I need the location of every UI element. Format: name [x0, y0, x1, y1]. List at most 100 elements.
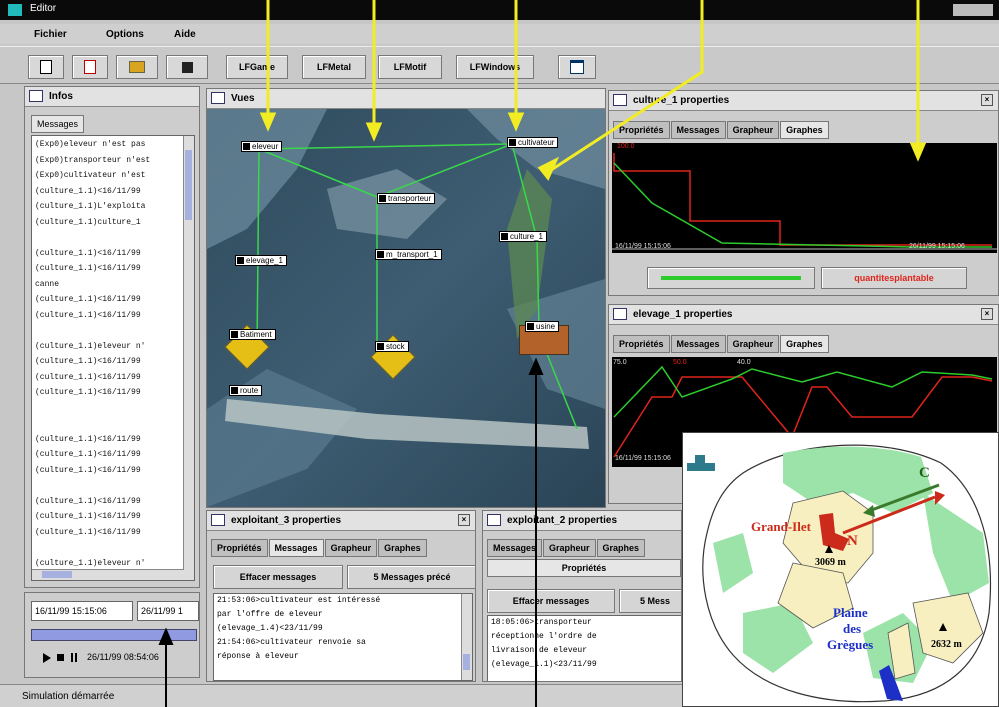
exploitant3-vscroll-thumb[interactable]	[463, 654, 470, 670]
menu-bar: Fichier Options Aide	[0, 24, 999, 44]
clock-panel: 16/11/99 15:15:06 26/11/99 1 26/11/99 08…	[24, 592, 200, 678]
floppy-icon	[181, 61, 193, 73]
exploitant2-title: exploitant_2 properties	[483, 511, 681, 531]
tab-proprietes[interactable]: Propriétés	[487, 559, 681, 577]
culture-graph	[612, 143, 997, 253]
island-map-inset: Grand-Ilet N C 3069 m Plaine des Grègues…	[682, 432, 999, 707]
window-icon	[613, 308, 627, 320]
node-eleveur[interactable]: eleveur	[241, 141, 283, 152]
message-line: (culture_1.1)<16/11/99	[35, 295, 141, 304]
tab-graphes[interactable]: Graphes	[378, 539, 427, 557]
menu-aide[interactable]: Aide	[174, 29, 196, 40]
infos-log: (Exp0)eleveur n'est pas (Exp0)transporteu…	[31, 135, 195, 581]
culture-graph-end: 26/11/99 15:15:06	[909, 243, 965, 250]
tab-proprietes[interactable]: Propriétés	[613, 335, 670, 353]
message-line: (culture_1.1)<16/11/99	[35, 372, 141, 382]
menu-options[interactable]: Options	[106, 29, 144, 40]
close-icon[interactable]: ×	[458, 514, 470, 526]
message-line: (culture_1.1)L'exploita	[35, 202, 146, 211]
series-red-button[interactable]: quantitesplantable	[821, 267, 967, 289]
message-line: 21:54:06>cultivateur renvoie sa	[217, 638, 366, 647]
new-file-button[interactable]	[28, 55, 64, 79]
message-line: (culture_1.1)<16/11/99	[35, 465, 141, 475]
close-icon[interactable]: ×	[981, 308, 993, 320]
tab-grapheur[interactable]: Grapheur	[726, 121, 780, 139]
message-line: livraison de eleveur	[491, 646, 588, 655]
status-text: Simulation démarrée	[22, 691, 115, 702]
message-line: (Exp0)cultivateur n'est	[35, 171, 146, 180]
window-icon	[211, 514, 225, 526]
tab-messages[interactable]: Messages	[670, 335, 726, 353]
menu-fichier[interactable]: Fichier	[34, 29, 67, 40]
tab-proprietes[interactable]: Propriétés	[613, 121, 670, 139]
previous-messages-button[interactable]: 5 Mess	[619, 589, 681, 613]
toolbar: LFGame LFMetal LFMotif LFWindows	[0, 46, 999, 84]
exploitant3-vscroll[interactable]	[461, 594, 472, 680]
infos-vscroll[interactable]	[183, 136, 194, 580]
exploitant3-messages: 21:53:06>cultivateur est intéressé par l'…	[213, 593, 473, 681]
current-time: 26/11/99 08:54:06	[87, 652, 159, 662]
elevage-graph-start: 16/11/99 15:15:06	[615, 455, 671, 462]
tab-grapheur[interactable]: Grapheur	[324, 539, 378, 557]
previous-messages-button[interactable]: 5 Messages précé	[347, 565, 475, 589]
window-icon	[211, 92, 225, 104]
tab-graphes[interactable]: Graphes	[780, 121, 829, 139]
island-map	[687, 444, 992, 703]
lf-metal-button[interactable]: LFMetal	[302, 55, 366, 79]
tab-graphes[interactable]: Graphes	[780, 335, 829, 353]
tab-grapheur[interactable]: Grapheur	[543, 539, 596, 557]
save-button[interactable]	[166, 55, 208, 79]
tab-messages[interactable]: Messages	[31, 115, 85, 133]
culture-y-label: 100.0	[617, 143, 635, 150]
infos-title: Infos	[25, 87, 199, 107]
node-cultivateur[interactable]: cultivateur	[507, 137, 559, 148]
infos-hscroll[interactable]	[32, 569, 184, 580]
tab-graphes[interactable]: Graphes	[596, 539, 646, 557]
infos-hscroll-thumb[interactable]	[42, 571, 72, 578]
lf-motif-button[interactable]: LFMotif	[378, 55, 442, 79]
close-icon[interactable]: ×	[981, 94, 993, 106]
clear-messages-button[interactable]: Effacer messages	[487, 589, 615, 613]
node-culture-1[interactable]: culture_1	[499, 231, 547, 242]
series-green-button[interactable]	[647, 267, 815, 289]
message-line: 18:05:06>transporteur	[491, 618, 592, 627]
node-usine[interactable]: usine	[525, 321, 560, 332]
tab-messages[interactable]: Messages	[487, 539, 543, 557]
elevage-y-label: 50.0	[673, 359, 687, 366]
node-elevage-1[interactable]: elevage_1	[235, 255, 287, 266]
start-date-field[interactable]: 16/11/99 15:15:06	[31, 601, 133, 621]
node-m-transport-1[interactable]: m_transport_1	[375, 249, 442, 260]
message-line: (culture_1.1)<16/11/99	[35, 248, 141, 258]
tab-proprietes[interactable]: Propriétés	[211, 539, 268, 557]
tab-messages[interactable]: Messages	[268, 539, 324, 557]
infos-vscroll-thumb[interactable]	[185, 150, 192, 220]
message-line: (culture_1.1)<16/11/99	[35, 434, 141, 444]
window-button[interactable]	[558, 55, 596, 79]
node-route[interactable]: route	[229, 385, 263, 396]
exploitant3-properties-panel: exploitant_3 properties × Propriétés Mes…	[206, 510, 476, 682]
message-line: (elevage_1.1)<23/11/99	[491, 660, 597, 669]
pause-icon[interactable]	[71, 653, 77, 662]
clear-messages-button[interactable]: Effacer messages	[213, 565, 343, 589]
end-date-field[interactable]: 26/11/99 1	[137, 601, 199, 621]
lf-windows-button[interactable]: LFWindows	[456, 55, 534, 79]
window-controls[interactable]	[953, 4, 993, 16]
tab-messages[interactable]: Messages	[670, 121, 726, 139]
window-icon	[570, 60, 584, 74]
message-line: (culture_1.1)<16/11/99	[35, 186, 141, 196]
message-line: par l'offre de eleveur	[217, 610, 323, 619]
open-button[interactable]	[116, 55, 158, 79]
message-line: réceptionne l'ordre de	[491, 632, 597, 641]
node-stock[interactable]: stock	[375, 341, 409, 352]
stop-icon[interactable]	[57, 654, 64, 661]
node-batiment[interactable]: Batiment	[229, 329, 276, 340]
elevage-y-label: 40.0	[737, 359, 751, 366]
tab-grapheur[interactable]: Grapheur	[726, 335, 780, 353]
exploitant2-properties-panel: exploitant_2 properties Messages Grapheu…	[482, 510, 682, 682]
reload-button[interactable]	[72, 55, 108, 79]
message-line: 21:53:06>cultivateur est intéressé	[217, 596, 381, 605]
play-icon[interactable]	[43, 653, 51, 663]
lf-game-button[interactable]: LFGame	[226, 55, 288, 79]
node-transporteur[interactable]: transporteur	[377, 193, 436, 204]
window-icon	[613, 94, 627, 106]
